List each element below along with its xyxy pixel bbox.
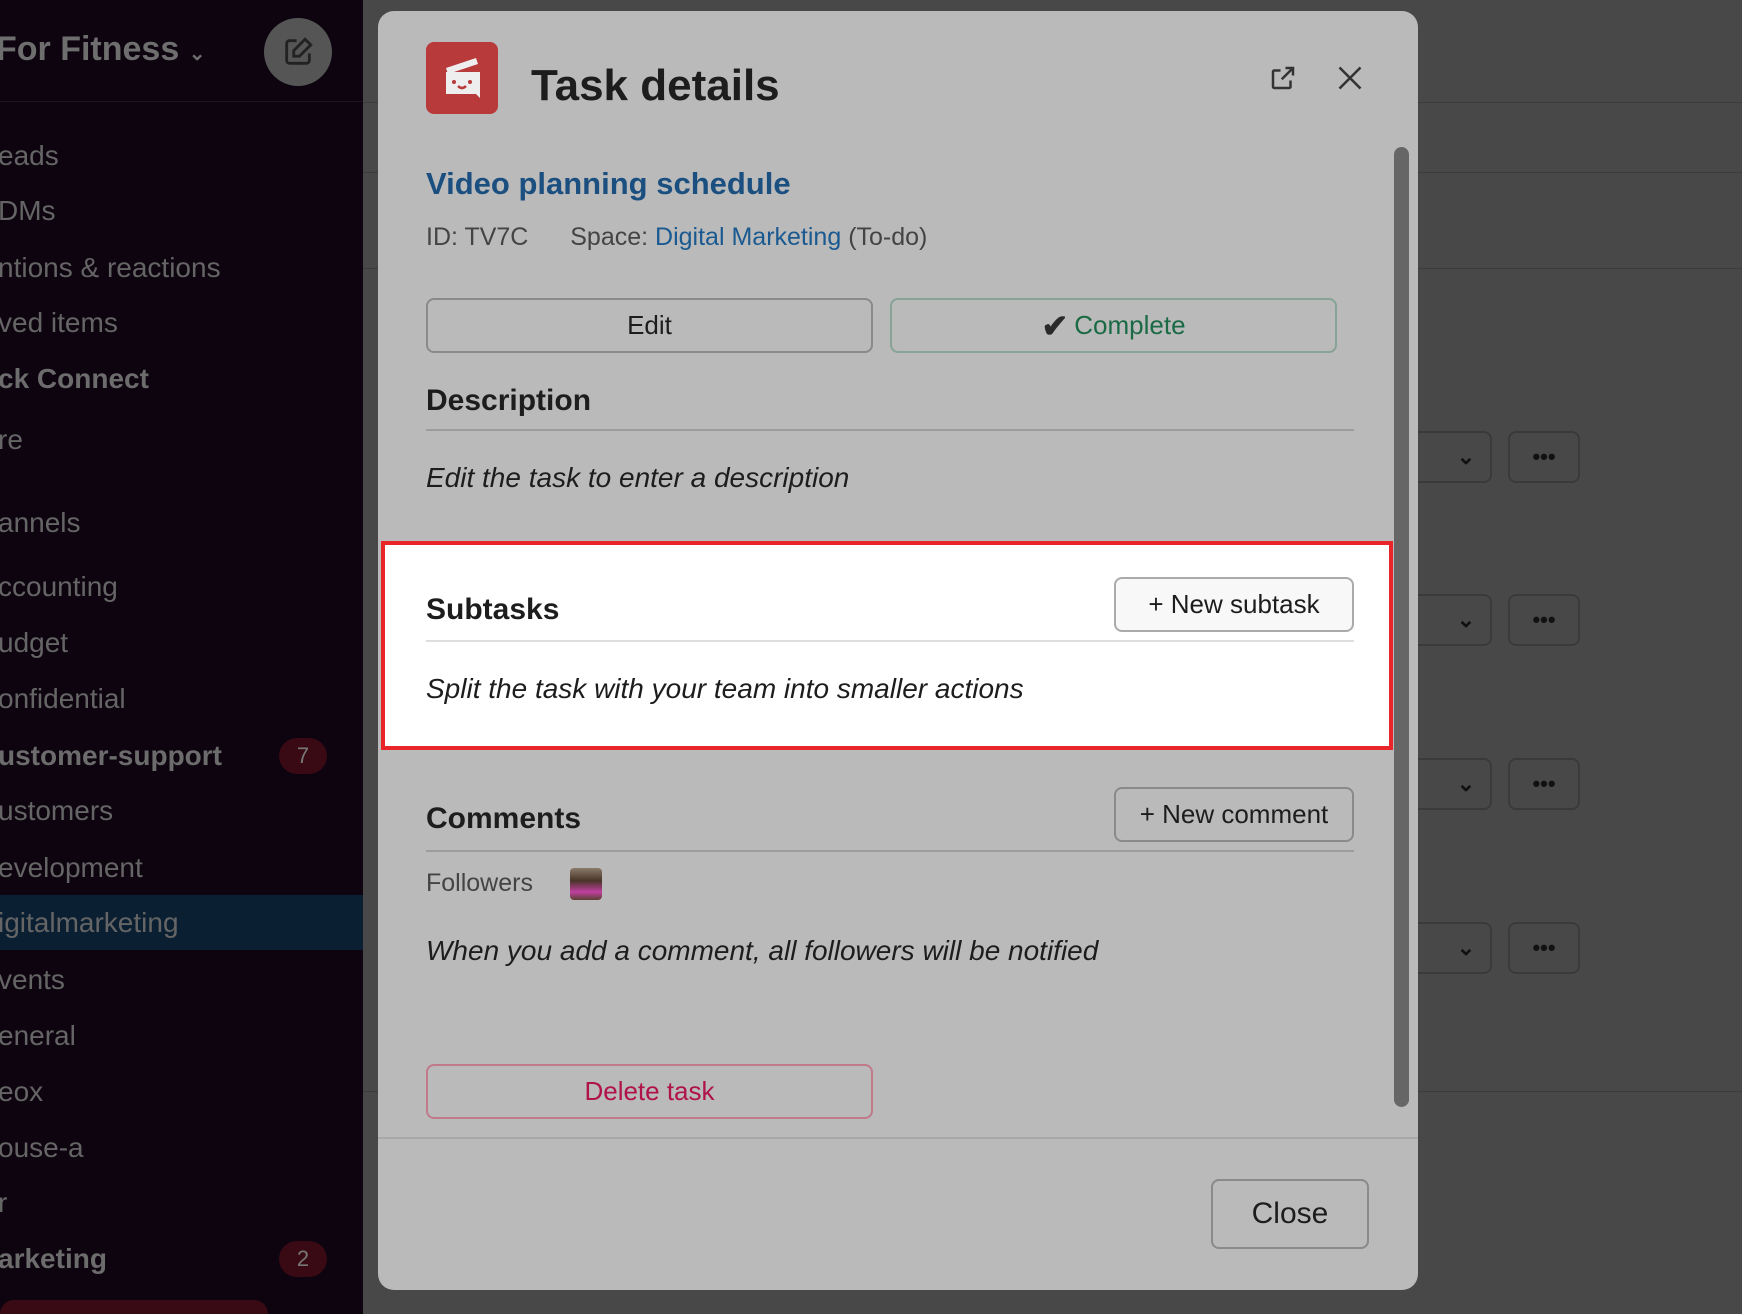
sidebar: For Fitness ⌄ eads DMs ntions & reactions v… [0,0,363,1314]
sidebar-item[interactable]: eneral [0,1016,76,1056]
followers-label: Followers [426,869,533,897]
compose-icon [285,37,313,65]
follower-avatar[interactable] [570,868,602,900]
open-external-button[interactable] [1263,58,1303,98]
divider [378,1137,1418,1139]
sidebar-item[interactable]: eads [0,136,59,176]
chevron-down-icon: ⌄ [1456,444,1476,469]
comments-placeholder: When you add a comment, all followers wi… [426,935,1099,966]
divider [426,640,1354,642]
scrollbar[interactable] [1394,147,1409,1107]
description-placeholder: Edit the task to enter a description [426,462,850,493]
chevron-down-icon: ⌄ [1456,771,1476,796]
new-comment-button[interactable]: + New comment [1114,787,1354,842]
task-details-modal: Task details Video planning schedule ID:… [378,11,1418,1290]
sidebar-item[interactable]: annels [0,503,81,543]
sidebar-item[interactable]: ccounting [0,567,118,607]
sidebar-item[interactable]: ustomers [0,791,113,831]
subtasks-placeholder: Split the task with your team into small… [426,673,1024,704]
chevron-down-icon: ⌄ [1456,607,1476,632]
sidebar-item[interactable]: onfidential [0,679,126,719]
sidebar-item[interactable]: eox [0,1072,43,1112]
sidebar-item[interactable]: arketing [0,1239,107,1279]
close-icon [1338,66,1362,90]
sidebar-bottom-button[interactable] [0,1300,268,1314]
chevron-down-icon: ⌄ [188,43,206,65]
modal-title: Task details [531,61,780,110]
row-more-button[interactable]: ••• [1508,431,1580,483]
sidebar-item[interactable]: ved items [0,303,118,343]
new-subtask-button[interactable]: + New subtask [1114,577,1354,632]
task-meta: ID: TV7C Space: Digital Marketing (To-do… [426,223,927,252]
row-more-button[interactable]: ••• [1508,594,1580,646]
space-status: (To-do) [848,223,928,251]
subtasks-section [381,541,1393,750]
sidebar-item[interactable]: r [0,1183,7,1223]
row-more-button[interactable]: ••• [1508,758,1580,810]
delete-task-button[interactable]: Delete task [426,1064,873,1119]
workspace-title[interactable]: For Fitness ⌄ [0,30,205,69]
sidebar-item[interactable]: evelopment [0,848,143,888]
divider [426,850,1354,852]
sidebar-item[interactable]: ntions & reactions [0,248,221,288]
chevron-down-icon: ⌄ [1456,935,1476,960]
sidebar-item[interactable]: vents [0,960,65,1000]
sidebar-item[interactable]: igitalmarketing [0,903,179,943]
edit-button[interactable]: Edit [426,298,873,353]
subtasks-heading: Subtasks [426,593,560,626]
divider [0,101,363,102]
row-more-button[interactable]: ••• [1508,922,1580,974]
sidebar-item[interactable]: DMs [0,191,56,231]
unread-badge: 7 [279,738,327,774]
sidebar-item[interactable]: ck Connect [0,359,149,399]
task-id: ID: TV7C [426,223,529,251]
checkmark-icon: ✔ [1041,307,1069,344]
compose-button[interactable] [264,18,332,86]
divider [426,429,1354,431]
complete-button[interactable]: ✔ Complete [890,298,1337,353]
unread-badge: 2 [279,1241,327,1277]
description-heading: Description [426,384,592,417]
sidebar-item[interactable]: ouse-a [0,1128,84,1168]
sidebar-item[interactable]: re [0,420,23,460]
close-button[interactable]: Close [1211,1179,1369,1249]
external-link-icon [1271,66,1295,90]
space-label: Space: [570,223,649,251]
space-link[interactable]: Digital Marketing [655,223,841,251]
task-name-link[interactable]: Video planning schedule [426,166,791,202]
app-logo-icon [426,42,498,114]
close-modal-button[interactable] [1330,58,1370,98]
sidebar-item[interactable]: udget [0,623,68,663]
comments-heading: Comments [426,802,582,835]
sidebar-item[interactable]: ustomer-support [0,736,222,776]
